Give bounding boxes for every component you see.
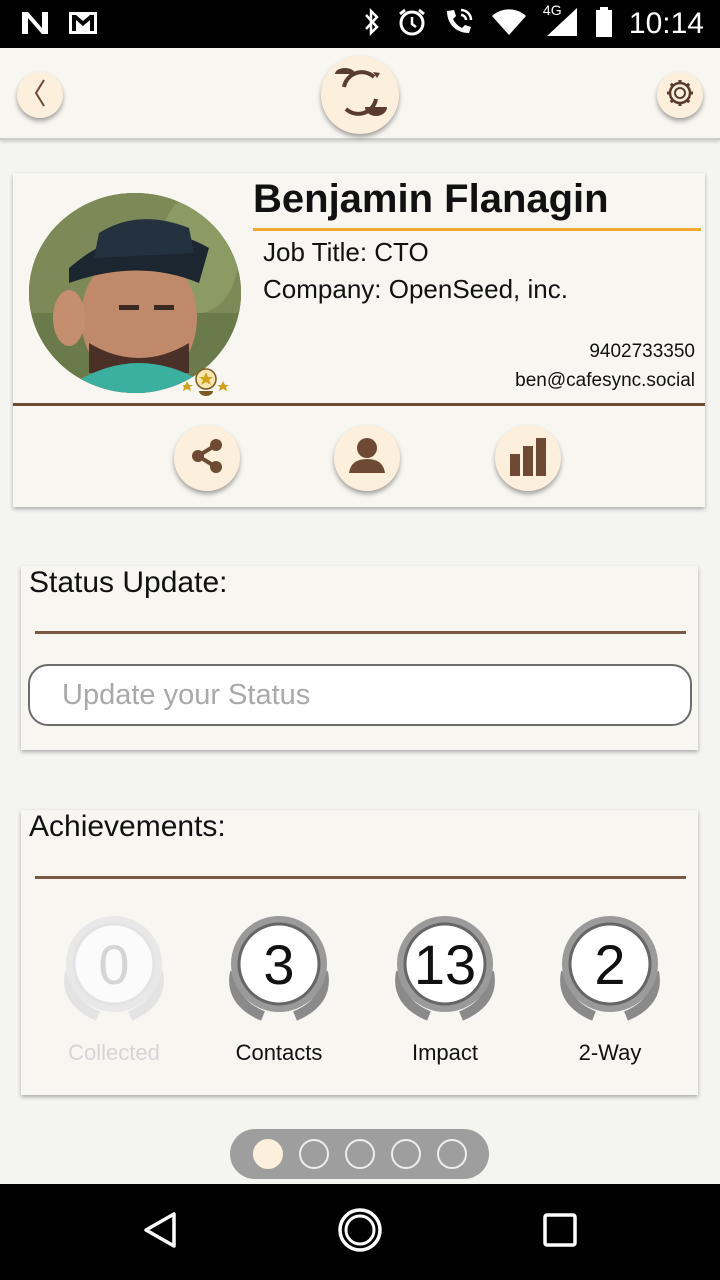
profile-card: Benjamin Flanagin Job Title: CTO Company… [13,173,705,507]
achievement-label: Contacts [235,1040,323,1065]
status-update-title: Status Update: [29,566,228,599]
achievement-2-way[interactable]: 2 2-Way [540,912,680,1066]
settings-button[interactable] [657,72,703,118]
alarm-icon [397,7,427,42]
status-update-card: Status Update: [21,566,698,750]
medal-icon: 3 [221,912,337,1022]
n-icon [20,10,50,41]
company-name: Company: OpenSeed, inc. [263,274,568,304]
divider [13,403,705,406]
nav-home-button[interactable] [336,1207,384,1258]
achievement-value: 13 [413,932,477,996]
achievement-label: Impact [411,1040,479,1065]
section-divider [35,631,686,634]
medal-icon: 2 [552,912,668,1022]
page-dot-4[interactable] [390,1139,421,1169]
name-underline [253,228,701,231]
award-badge-icon [181,365,229,402]
achievement-impact[interactable]: 13 Impact [375,912,515,1066]
back-triangle-icon [140,1210,180,1255]
medal-icon: 13 [387,912,503,1022]
phone-number[interactable]: 9402733350 [589,341,695,363]
gear-icon [665,78,695,113]
achievements-title: Achievements: [29,810,226,843]
bluetooth-icon [363,7,381,41]
signal-icon: 4G [543,2,579,43]
page-dot-3[interactable] [344,1139,375,1169]
share-icon [190,438,224,479]
network-type-label: 4G [542,1,562,18]
profile-name: Benjamin Flanagin [253,177,609,221]
recents-square-icon [542,1212,578,1253]
page-indicator [230,1129,489,1179]
achievement-value: 0 [98,932,130,996]
achievement-label: 2-Way [578,1040,642,1065]
medal-icon: 0 [56,912,172,1022]
email-address[interactable]: ben@cafesync.social [515,370,695,392]
page-dot-5[interactable] [436,1139,467,1169]
home-circle-icon [337,1207,383,1258]
bar-chart-icon [508,436,548,481]
clock-time: 10:14 [628,7,704,40]
battery-icon [595,6,613,43]
nav-back-button[interactable] [136,1208,184,1256]
page-dot-1[interactable] [252,1139,283,1169]
achievement-collected[interactable]: 0 Collected [44,912,184,1066]
achievement-value: 2 [594,932,626,996]
cafesync-logo-button[interactable] [321,56,399,134]
stats-button[interactable] [495,425,561,491]
achievement-contacts[interactable]: 3 Contacts [209,912,349,1066]
achievement-value: 3 [263,932,295,996]
nav-recents-button[interactable] [536,1208,584,1256]
contact-card-button[interactable] [334,425,400,491]
navigation-bar [0,1184,720,1280]
gmail-icon [68,11,98,40]
app-bar [0,48,720,140]
wifi-call-icon [443,7,475,42]
person-icon [347,437,387,480]
share-button[interactable] [174,425,240,491]
wifi-icon [491,8,527,41]
cafesync-logo-icon [327,60,393,131]
status-bar: 4G 10:14 [0,0,720,48]
section-divider [35,876,686,879]
back-button[interactable] [17,72,63,118]
page-dot-2[interactable] [298,1139,329,1169]
avatar[interactable] [29,193,241,393]
achievements-card: Achievements: 0 Collected 3 Contacts 13 … [21,810,698,1095]
chevron-left-icon [30,77,50,114]
job-title: Job Title: CTO [263,237,429,267]
status-input[interactable] [28,664,692,726]
achievement-label: Collected [68,1040,160,1065]
